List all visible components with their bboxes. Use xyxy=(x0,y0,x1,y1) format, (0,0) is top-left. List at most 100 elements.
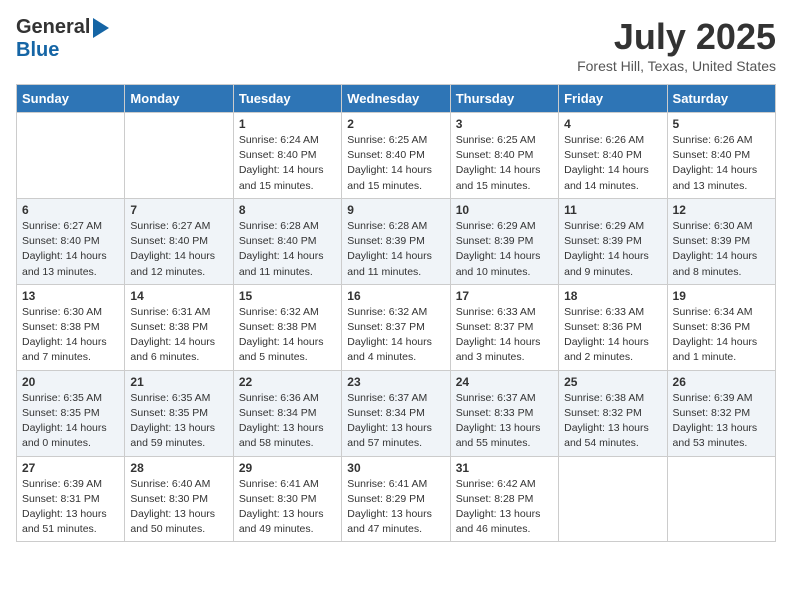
cell-info: Sunrise: 6:29 AM xyxy=(564,219,661,234)
cell-info: Sunrise: 6:27 AM xyxy=(22,219,119,234)
cell-info: Sunset: 8:31 PM xyxy=(22,492,119,507)
cell-info: Sunrise: 6:35 AM xyxy=(22,391,119,406)
cell-info: Daylight: 14 hours and 10 minutes. xyxy=(456,249,553,279)
cell-info: Sunrise: 6:41 AM xyxy=(239,477,336,492)
cell-info: Sunset: 8:30 PM xyxy=(130,492,227,507)
day-header-tuesday: Tuesday xyxy=(233,85,341,113)
cell-info: Sunrise: 6:27 AM xyxy=(130,219,227,234)
cell-info: Sunrise: 6:36 AM xyxy=(239,391,336,406)
calendar-cell: 11Sunrise: 6:29 AMSunset: 8:39 PMDayligh… xyxy=(559,198,667,284)
week-row-3: 13Sunrise: 6:30 AMSunset: 8:38 PMDayligh… xyxy=(17,284,776,370)
day-number: 28 xyxy=(130,461,227,475)
cell-info: Sunset: 8:36 PM xyxy=(564,320,661,335)
calendar-cell: 28Sunrise: 6:40 AMSunset: 8:30 PMDayligh… xyxy=(125,456,233,542)
cell-info: Daylight: 13 hours and 53 minutes. xyxy=(673,421,770,451)
cell-info: Sunrise: 6:26 AM xyxy=(673,133,770,148)
day-number: 19 xyxy=(673,289,770,303)
calendar-table: SundayMondayTuesdayWednesdayThursdayFrid… xyxy=(16,84,776,542)
calendar-cell: 24Sunrise: 6:37 AMSunset: 8:33 PMDayligh… xyxy=(450,370,558,456)
cell-info: Sunset: 8:40 PM xyxy=(564,148,661,163)
calendar-cell: 15Sunrise: 6:32 AMSunset: 8:38 PMDayligh… xyxy=(233,284,341,370)
cell-info: Daylight: 14 hours and 8 minutes. xyxy=(673,249,770,279)
week-row-5: 27Sunrise: 6:39 AMSunset: 8:31 PMDayligh… xyxy=(17,456,776,542)
cell-info: Daylight: 13 hours and 54 minutes. xyxy=(564,421,661,451)
calendar-cell: 26 Sunrise: 6:39 AMSunset: 8:32 PMDayligh… xyxy=(667,370,775,456)
cell-info: Sunrise: 6:40 AM xyxy=(130,477,227,492)
calendar-cell: 3Sunrise: 6:25 AMSunset: 8:40 PMDaylight… xyxy=(450,113,558,199)
location: Forest Hill, Texas, United States xyxy=(577,58,776,74)
calendar-cell xyxy=(667,456,775,542)
cell-info: Daylight: 13 hours and 47 minutes. xyxy=(347,507,444,537)
cell-info: Daylight: 14 hours and 14 minutes. xyxy=(564,163,661,193)
calendar-cell: 1Sunrise: 6:24 AMSunset: 8:40 PMDaylight… xyxy=(233,113,341,199)
day-number: 14 xyxy=(130,289,227,303)
logo-blue: Blue xyxy=(16,39,59,61)
cell-info: Sunset: 8:34 PM xyxy=(239,406,336,421)
cell-info: Daylight: 13 hours and 57 minutes. xyxy=(347,421,444,451)
cell-info: Daylight: 14 hours and 11 minutes. xyxy=(239,249,336,279)
week-row-1: 1Sunrise: 6:24 AMSunset: 8:40 PMDaylight… xyxy=(17,113,776,199)
calendar-cell: 18Sunrise: 6:33 AMSunset: 8:36 PMDayligh… xyxy=(559,284,667,370)
day-number: 25 xyxy=(564,375,661,389)
day-number: 15 xyxy=(239,289,336,303)
calendar-cell: 29Sunrise: 6:41 AMSunset: 8:30 PMDayligh… xyxy=(233,456,341,542)
day-number: 11 xyxy=(564,203,661,217)
day-number: 12 xyxy=(673,203,770,217)
header-row: SundayMondayTuesdayWednesdayThursdayFrid… xyxy=(17,85,776,113)
cell-info: Sunset: 8:37 PM xyxy=(347,320,444,335)
cell-info: Sunrise: 6:30 AM xyxy=(22,305,119,320)
cell-info: Sunset: 8:33 PM xyxy=(456,406,553,421)
calendar-cell: 17Sunrise: 6:33 AMSunset: 8:37 PMDayligh… xyxy=(450,284,558,370)
cell-info: Daylight: 14 hours and 15 minutes. xyxy=(347,163,444,193)
cell-info: Sunset: 8:40 PM xyxy=(239,234,336,249)
cell-info: Sunrise: 6:29 AM xyxy=(456,219,553,234)
cell-info: Daylight: 13 hours and 46 minutes. xyxy=(456,507,553,537)
day-header-wednesday: Wednesday xyxy=(342,85,450,113)
calendar-cell: 6Sunrise: 6:27 AMSunset: 8:40 PMDaylight… xyxy=(17,198,125,284)
calendar-cell xyxy=(559,456,667,542)
calendar-cell xyxy=(17,113,125,199)
cell-info: Sunset: 8:40 PM xyxy=(239,148,336,163)
day-number: 16 xyxy=(347,289,444,303)
cell-info: Sunset: 8:32 PM xyxy=(673,406,770,421)
calendar-cell: 2Sunrise: 6:25 AMSunset: 8:40 PMDaylight… xyxy=(342,113,450,199)
calendar-cell: 9Sunrise: 6:28 AMSunset: 8:39 PMDaylight… xyxy=(342,198,450,284)
cell-info: Sunrise: 6:39 AM xyxy=(22,477,119,492)
cell-info: Sunrise: 6:33 AM xyxy=(564,305,661,320)
cell-info: Sunset: 8:39 PM xyxy=(347,234,444,249)
cell-info: Sunset: 8:32 PM xyxy=(564,406,661,421)
cell-info: Daylight: 14 hours and 11 minutes. xyxy=(347,249,444,279)
cell-info: Daylight: 14 hours and 12 minutes. xyxy=(130,249,227,279)
cell-info: Sunset: 8:40 PM xyxy=(456,148,553,163)
week-row-4: 20Sunrise: 6:35 AMSunset: 8:35 PMDayligh… xyxy=(17,370,776,456)
month-title: July 2025 xyxy=(577,16,776,58)
cell-info: Sunset: 8:28 PM xyxy=(456,492,553,507)
day-number: 26 xyxy=(673,375,770,389)
day-number: 1 xyxy=(239,117,336,131)
cell-info: Daylight: 14 hours and 1 minute. xyxy=(673,335,770,365)
cell-info: Sunrise: 6:41 AM xyxy=(347,477,444,492)
page-header: General Blue July 2025 Forest Hill, Texa… xyxy=(16,16,776,74)
day-number: 8 xyxy=(239,203,336,217)
day-number: 6 xyxy=(22,203,119,217)
cell-info: Sunrise: 6:30 AM xyxy=(673,219,770,234)
calendar-cell: 31Sunrise: 6:42 AMSunset: 8:28 PMDayligh… xyxy=(450,456,558,542)
day-number: 24 xyxy=(456,375,553,389)
day-number: 2 xyxy=(347,117,444,131)
cell-info: Sunrise: 6:34 AM xyxy=(673,305,770,320)
cell-info: Sunrise: 6:28 AM xyxy=(239,219,336,234)
cell-info: Sunset: 8:40 PM xyxy=(130,234,227,249)
cell-info: Sunset: 8:34 PM xyxy=(347,406,444,421)
calendar-cell: 10Sunrise: 6:29 AMSunset: 8:39 PMDayligh… xyxy=(450,198,558,284)
cell-info: Daylight: 14 hours and 2 minutes. xyxy=(564,335,661,365)
cell-info: Sunset: 8:29 PM xyxy=(347,492,444,507)
cell-info: Daylight: 14 hours and 15 minutes. xyxy=(456,163,553,193)
cell-info: Sunrise: 6:39 AM xyxy=(673,391,770,406)
cell-info: Sunset: 8:39 PM xyxy=(456,234,553,249)
cell-info: Sunrise: 6:24 AM xyxy=(239,133,336,148)
calendar-cell: 8 Sunrise: 6:28 AMSunset: 8:40 PMDaylight… xyxy=(233,198,341,284)
cell-info: Sunset: 8:39 PM xyxy=(673,234,770,249)
calendar-cell: 25Sunrise: 6:38 AMSunset: 8:32 PMDayligh… xyxy=(559,370,667,456)
cell-info: Daylight: 14 hours and 3 minutes. xyxy=(456,335,553,365)
cell-info: Sunrise: 6:37 AM xyxy=(347,391,444,406)
